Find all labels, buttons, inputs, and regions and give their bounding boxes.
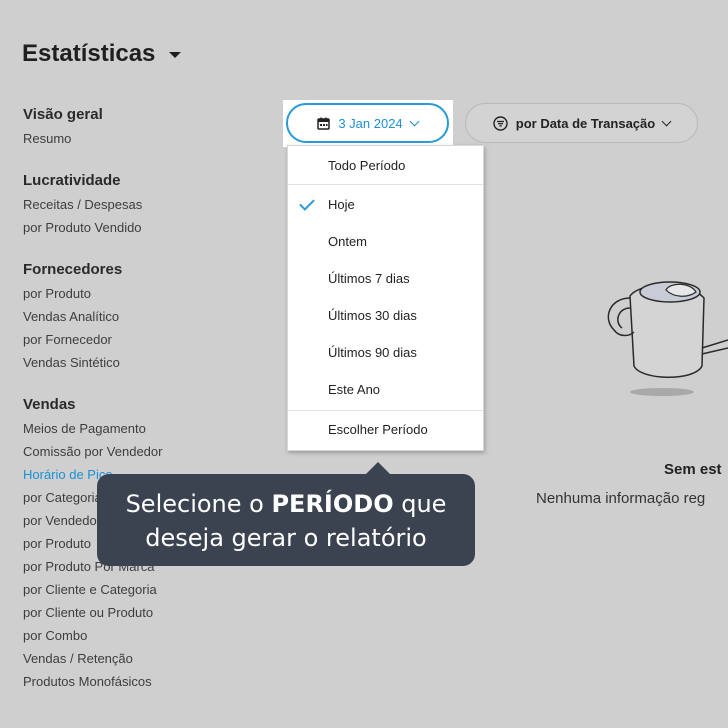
tooltip-highlight: PERÍODO [271,490,394,518]
sidebar-heading: Lucratividade [23,172,121,189]
date-button-highlight: 3 Jan 2024 [283,100,453,147]
sidebar-section-visao-geral: Visão geral Resumo [23,104,273,150]
empty-state-illustration [607,281,728,396]
sidebar-item-cliente-produto[interactable]: por Cliente ou Produto [23,601,273,624]
sidebar-item-produtos-monofasicos[interactable]: Produtos Monofásicos [23,670,273,693]
sidebar-item-por-combo[interactable]: por Combo [23,624,273,647]
sidebar-section-fornecedores: Fornecedores por Produto Vendas Analític… [23,259,273,374]
caret-down-icon[interactable] [169,52,182,58]
tutorial-tooltip: Selecione o PERÍODO que deseja gerar o r… [97,474,475,566]
filter-icon [493,115,508,131]
tooltip-line-2: deseja gerar o relatório [145,524,427,552]
sidebar-section-lucratividade: Lucratividade Receitas / Despesas por Pr… [23,170,273,239]
period-option-90-dias[interactable]: Últimos 90 dias [288,334,483,371]
page-title-text: Estatísticas [22,40,156,67]
chevron-down-icon [661,116,672,126]
chevron-down-icon [409,116,420,126]
sidebar-item-meios-pagamento[interactable]: Meios de Pagamento [23,417,273,440]
sidebar-item-vendas-sintetico[interactable]: Vendas Sintético [23,351,273,374]
period-option-ontem[interactable]: Ontem [288,223,483,260]
sidebar-item-vendas-analitico[interactable]: Vendas Analítico [23,305,273,328]
empty-state-subtitle: Nenhuma informação reg [536,490,706,507]
date-picker-button[interactable]: 3 Jan 2024 [286,103,449,143]
tooltip-line-1: Selecione o PERÍODO que [125,490,447,518]
sidebar-heading: Vendas [23,396,76,413]
sidebar-item-comissao-vendedor[interactable]: Comissão por Vendedor [23,440,273,463]
calendar-icon [317,117,331,130]
period-option-30-dias[interactable]: Últimos 30 dias [288,297,483,334]
transaction-date-filter-button[interactable]: por Data de Transação [465,103,698,143]
check-icon [299,195,315,211]
sidebar-item-por-fornecedor[interactable]: por Fornecedor [23,328,273,351]
period-option-7-dias[interactable]: Últimos 7 dias [288,260,483,297]
sidebar: Visão geral Resumo Lucratividade Receita… [23,104,273,713]
sidebar-item-cliente-categoria[interactable]: por Cliente e Categoria [23,578,273,601]
sidebar-item-receitas-despesas[interactable]: Receitas / Despesas [23,193,273,216]
sidebar-item-por-produto-vendido[interactable]: por Produto Vendido [23,216,273,239]
transaction-filter-label: por Data de Transação [515,115,656,131]
sidebar-item-vendas-retencao[interactable]: Vendas / Retenção [23,647,273,670]
period-option-escolher[interactable]: Escolher Período [288,411,483,448]
period-dropdown: Todo Período Hoje Ontem Últimos 7 dias Ú… [287,145,484,451]
period-option-hoje[interactable]: Hoje [288,186,483,223]
period-option-este-ano[interactable]: Este Ano [288,371,483,408]
sidebar-item-por-produto[interactable]: por Produto [23,282,273,305]
page-title[interactable]: Estatísticas [22,40,182,68]
date-label: 3 Jan 2024 [338,115,403,131]
sidebar-item-resumo[interactable]: Resumo [23,127,273,150]
empty-state-title: Sem est [664,461,722,478]
period-option-todo[interactable]: Todo Período [288,147,483,184]
dropdown-divider [288,184,483,185]
sidebar-heading: Fornecedores [23,261,123,278]
sidebar-heading: Visão geral [23,106,103,123]
